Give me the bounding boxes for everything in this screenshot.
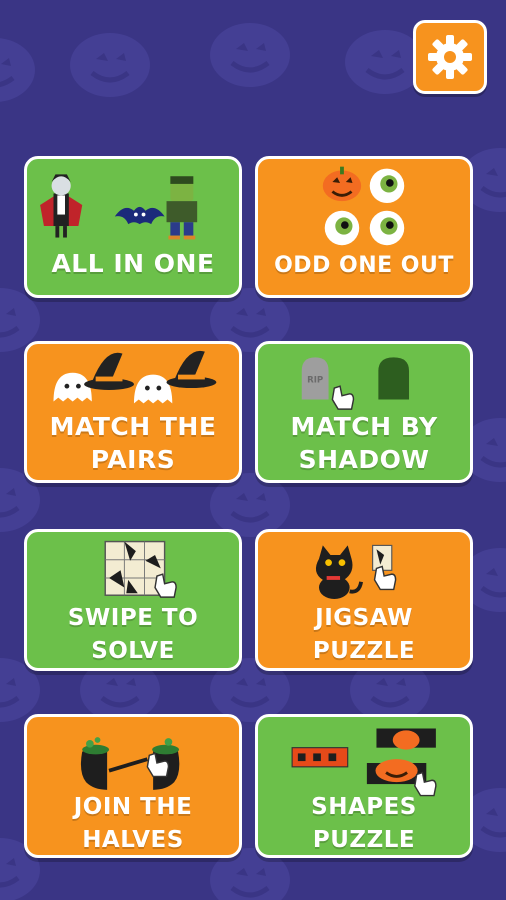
bat-icon [114, 206, 165, 225]
menu-label-line: SHAPES [311, 794, 417, 820]
menu-label-line: SOLVE [91, 638, 175, 664]
menu-label-line: JIGSAW [315, 605, 413, 631]
menu-label-line: HALVES [82, 827, 184, 853]
frankenstein-icon [166, 176, 198, 240]
settings-button[interactable] [413, 20, 487, 94]
eyeball-icon [369, 168, 405, 204]
menu-shapes-puzzle[interactable]: SHAPES PUZZLE [255, 714, 473, 858]
shadow-icon [378, 357, 410, 400]
menu-join-the-halves[interactable]: JOIN THE HALVES [24, 714, 242, 858]
cauldron-half-icon [80, 737, 110, 790]
gear-icon [428, 35, 472, 79]
hand-pointer-icon [331, 385, 355, 410]
menu-label-line: ALL IN ONE [51, 249, 215, 278]
pumpkin-icon [322, 166, 362, 202]
menu-label-line: MATCH BY [290, 412, 438, 441]
menu-label-line: SWIPE TO [67, 605, 199, 631]
menu-match-the-pairs[interactable]: MATCH THE PAIRS [24, 341, 242, 483]
eyeball-icon [324, 210, 360, 246]
ghost-icon [133, 374, 173, 404]
menu-label-line: ODD ONE OUT [274, 253, 454, 278]
menu-label-line: SHADOW [298, 445, 430, 474]
menu-label-line: PAIRS [90, 445, 176, 474]
gravestone-text: RIP [307, 375, 323, 385]
ghost-icon [53, 372, 92, 402]
hand-pointer-icon [154, 573, 177, 598]
menu-match-by-shadow[interactable]: RIP MATCH BY SHADOW [255, 341, 473, 483]
menu-label-line: PUZZLE [312, 827, 416, 853]
menu-label-line: JOIN THE [73, 794, 193, 820]
eyeball-icon [369, 210, 405, 246]
menu-label-line: MATCH THE [49, 412, 217, 441]
join-line [108, 757, 148, 773]
menu-odd-one-out[interactable]: ODD ONE OUT [255, 156, 473, 298]
menu-jigsaw-puzzle[interactable]: JIGSAW PUZZLE [255, 529, 473, 671]
witch-hat-icon [166, 350, 217, 389]
vampire-icon [40, 174, 83, 238]
shape-slot-icon [376, 728, 436, 750]
shape-slot-icon [291, 747, 349, 768]
menu-swipe-to-solve[interactable]: SWIPE TO SOLVE [24, 529, 242, 671]
black-cat-icon [315, 545, 364, 600]
menu-label-line: PUZZLE [312, 638, 416, 664]
menu-all-in-one[interactable]: ALL IN ONE [24, 156, 242, 298]
gravestone-icon: RIP [301, 357, 329, 400]
witch-hat-icon [84, 352, 134, 390]
